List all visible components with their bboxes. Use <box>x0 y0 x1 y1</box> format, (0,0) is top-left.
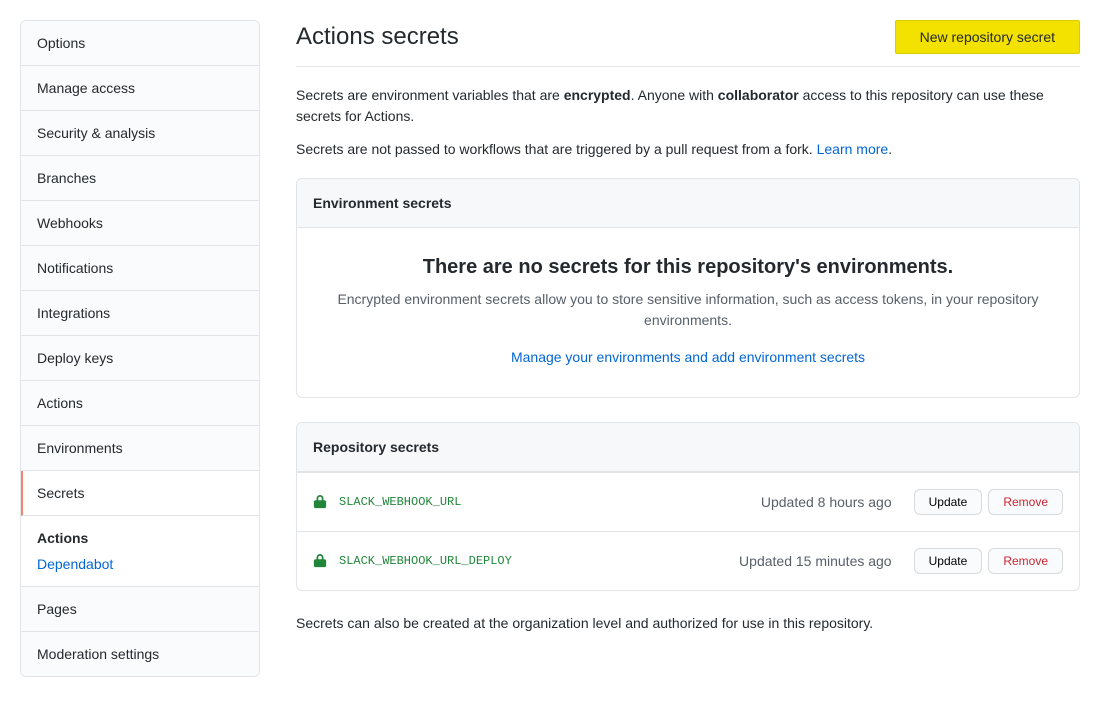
learn-more-link[interactable]: Learn more <box>817 141 889 157</box>
environment-secrets-empty-state: There are no secrets for this repository… <box>297 228 1079 397</box>
main-content: Actions secrets New repository secret Se… <box>260 20 1080 677</box>
intro-paragraph-1: Secrets are environment variables that a… <box>296 85 1080 127</box>
update-button[interactable]: Update <box>914 548 983 574</box>
sidebar-item-integrations[interactable]: Integrations <box>21 291 259 336</box>
lock-icon <box>313 494 327 510</box>
page-header: Actions secrets New repository secret <box>296 20 1080 67</box>
secret-row: SLACK_WEBHOOK_URL Updated 8 hours ago Up… <box>297 472 1079 531</box>
intro-strong-encrypted: encrypted <box>564 87 631 103</box>
lock-icon <box>313 553 327 569</box>
intro-text: . Anyone with <box>631 87 718 103</box>
sidebar-item-manage-access[interactable]: Manage access <box>21 66 259 111</box>
update-button[interactable]: Update <box>914 489 983 515</box>
secret-name: SLACK_WEBHOOK_URL <box>339 495 761 509</box>
intro-text: Secrets are environment variables that a… <box>296 87 564 103</box>
sidebar-item-secrets[interactable]: Secrets <box>21 471 259 516</box>
settings-sidebar: Options Manage access Security & analysi… <box>20 20 260 677</box>
repository-secrets-header: Repository secrets <box>297 423 1079 472</box>
environment-secrets-panel: Environment secrets There are no secrets… <box>296 178 1080 398</box>
sidebar-item-notifications[interactable]: Notifications <box>21 246 259 291</box>
intro-text: Secrets are not passed to workflows that… <box>296 141 817 157</box>
sidebar-item-security-analysis[interactable]: Security & analysis <box>21 111 259 156</box>
secret-updated: Updated 8 hours ago <box>761 494 892 510</box>
sidebar-sub-link-dependabot[interactable]: Dependabot <box>21 550 259 587</box>
new-repository-secret-button[interactable]: New repository secret <box>895 20 1080 54</box>
remove-button[interactable]: Remove <box>988 489 1063 515</box>
environment-secrets-header: Environment secrets <box>297 179 1079 228</box>
sidebar-item-options[interactable]: Options <box>21 21 259 66</box>
empty-state-description: Encrypted environment secrets allow you … <box>337 289 1039 331</box>
intro-paragraph-2: Secrets are not passed to workflows that… <box>296 139 1080 160</box>
sidebar-item-actions[interactable]: Actions <box>21 381 259 426</box>
empty-state-title: There are no secrets for this repository… <box>337 256 1039 279</box>
footer-note: Secrets can also be created at the organ… <box>296 615 1080 631</box>
sidebar-item-deploy-keys[interactable]: Deploy keys <box>21 336 259 381</box>
sidebar-item-environments[interactable]: Environments <box>21 426 259 471</box>
secret-name: SLACK_WEBHOOK_URL_DEPLOY <box>339 554 739 568</box>
intro-strong-collaborator: collaborator <box>718 87 799 103</box>
secret-row: SLACK_WEBHOOK_URL_DEPLOY Updated 15 minu… <box>297 531 1079 590</box>
intro-text: . <box>888 141 892 157</box>
sidebar-item-pages[interactable]: Pages <box>21 587 259 632</box>
sidebar-item-webhooks[interactable]: Webhooks <box>21 201 259 246</box>
repository-secrets-panel: Repository secrets SLACK_WEBHOOK_URL Upd… <box>296 422 1080 591</box>
manage-environments-link[interactable]: Manage your environments and add environ… <box>511 349 865 365</box>
sidebar-item-branches[interactable]: Branches <box>21 156 259 201</box>
sidebar-item-moderation-settings[interactable]: Moderation settings <box>21 632 259 676</box>
secret-updated: Updated 15 minutes ago <box>739 553 892 569</box>
sidebar-sub-header-actions: Actions <box>21 516 259 550</box>
remove-button[interactable]: Remove <box>988 548 1063 574</box>
page-title: Actions secrets <box>296 23 459 51</box>
